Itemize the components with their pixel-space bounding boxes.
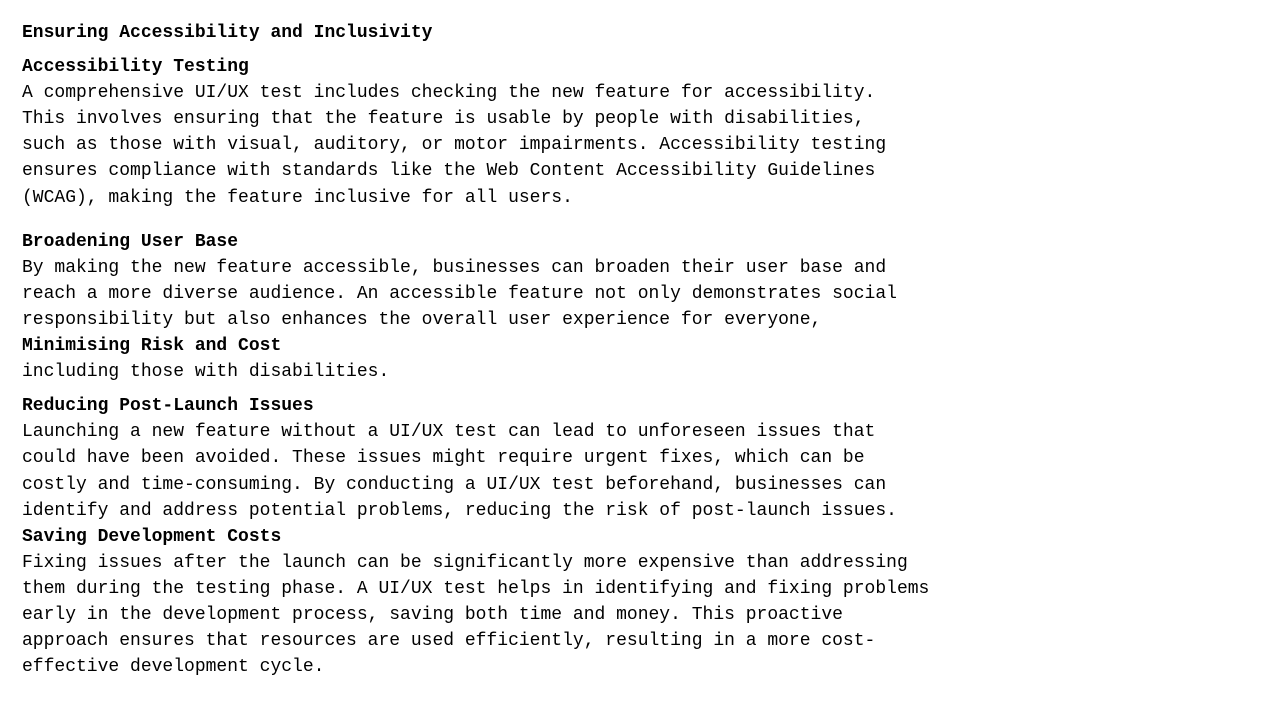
overlap-regular-line: including those with disabilities. [22, 359, 389, 385]
section1-subheading: Accessibility Testing [22, 54, 1258, 80]
section3-heading: Saving Development Costs [22, 524, 1258, 550]
overlap-bold-line: Minimising Risk and Cost [22, 333, 281, 359]
section1-body: A comprehensive UI/UX test includes chec… [22, 80, 1258, 210]
section2-heading: Broadening User Base [22, 229, 1258, 255]
section-saving: Saving Development Costs Fixing issues a… [22, 524, 1258, 681]
spacer1 [22, 211, 1258, 229]
section2-body2: Launching a new feature without a UI/UX … [22, 419, 1258, 523]
page-content: Ensuring Accessibility and Inclusivity A… [22, 20, 1258, 680]
section3-body: Fixing issues after the launch can be si… [22, 550, 1258, 680]
section1-heading: Ensuring Accessibility and Inclusivity [22, 20, 1258, 46]
section-accessibility: Ensuring Accessibility and Inclusivity A… [22, 20, 1258, 211]
section-broadening: Broadening User Base By making the new f… [22, 229, 1258, 524]
section2-body1: By making the new feature accessible, bu… [22, 255, 1258, 333]
overlap-area: Minimising Risk and Cost including those… [22, 333, 1258, 385]
section2-subheading: Reducing Post-Launch Issues [22, 393, 1258, 419]
